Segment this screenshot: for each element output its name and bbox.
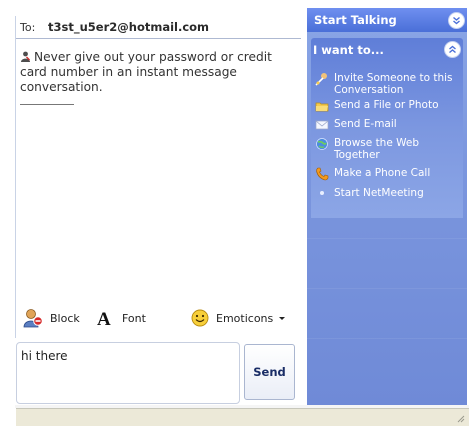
double-chevron-up-icon: [449, 45, 456, 54]
chevron-down-icon: [279, 317, 286, 320]
chat-border: [15, 16, 16, 338]
block-icon: [23, 309, 43, 328]
double-chevron-down-icon: [453, 16, 460, 25]
task-netmeeting[interactable]: Start NetMeeting: [315, 187, 461, 201]
task-send-email[interactable]: Send E-mail: [315, 118, 461, 132]
task-invite[interactable]: Invite Someone to this Conversation: [315, 72, 461, 96]
message-input-box: hi there: [16, 342, 240, 404]
task-phone-call-label: Make a Phone Call: [334, 167, 431, 179]
security-notice-text: Never give out your password or credit c…: [20, 50, 272, 94]
bullet-icon: [320, 191, 324, 195]
svg-text:A: A: [97, 309, 111, 328]
pane-stripe: [307, 338, 467, 339]
task-browse-web-label: Browse the Web Together: [334, 137, 420, 161]
font-button[interactable]: A Font: [96, 307, 146, 329]
block-button[interactable]: Block: [22, 307, 80, 329]
font-label: Font: [122, 311, 146, 325]
start-talking-title: Start Talking: [314, 13, 397, 27]
notice-divider: [20, 104, 74, 105]
security-notice: Never give out your password or credit c…: [20, 50, 292, 95]
to-bar: To: t3st_u5er2@hotmail.com: [16, 16, 301, 39]
folder-icon: [315, 102, 329, 112]
status-bar: [16, 408, 469, 426]
font-icon: A: [97, 309, 111, 328]
task-pane: Start Talking I want to... Invite Someon…: [307, 8, 467, 405]
emoticons-label: Emoticons: [216, 311, 274, 325]
emoticons-button[interactable]: Emoticons: [190, 307, 287, 329]
task-browse-web[interactable]: Browse the Web Together: [315, 137, 461, 161]
task-send-file-label: Send a File or Photo: [334, 99, 439, 111]
task-invite-label: Invite Someone to this Conversation: [334, 72, 453, 96]
i-want-to-title: I want to...: [313, 43, 384, 57]
resize-grip-icon[interactable]: [455, 413, 465, 423]
block-label: Block: [50, 311, 80, 325]
task-phone-call[interactable]: Make a Phone Call: [315, 167, 461, 181]
i-want-to-header[interactable]: I want to...: [311, 38, 463, 60]
i-want-to-group: I want to... Invite Someone to this Conv…: [311, 38, 463, 218]
to-label: To:: [20, 21, 36, 34]
recipient-address[interactable]: t3st_u5er2@hotmail.com: [48, 20, 209, 34]
globe-icon: [316, 138, 328, 150]
task-send-file[interactable]: Send a File or Photo: [315, 99, 461, 113]
emoticon-icon: [191, 309, 209, 327]
start-talking-header[interactable]: Start Talking: [307, 8, 467, 32]
person-icon: [20, 51, 31, 62]
phone-icon: [316, 167, 329, 181]
task-netmeeting-label: Start NetMeeting: [334, 187, 424, 199]
invite-icon: [315, 73, 327, 86]
collapse-group-button[interactable]: [444, 41, 461, 58]
pane-stripe: [307, 238, 467, 239]
format-toolbar: Block A Font Emoticons: [16, 300, 305, 336]
chat-area: To: t3st_u5er2@hotmail.com Never give ou…: [0, 0, 305, 405]
envelope-icon: [315, 120, 329, 130]
message-input[interactable]: hi there: [21, 349, 231, 397]
collapse-pane-button[interactable]: [448, 12, 465, 29]
conversation-window: To: t3st_u5er2@hotmail.com Never give ou…: [0, 0, 469, 426]
send-button[interactable]: Send: [244, 344, 295, 400]
task-send-email-label: Send E-mail: [334, 118, 397, 130]
pane-stripe: [307, 288, 467, 289]
